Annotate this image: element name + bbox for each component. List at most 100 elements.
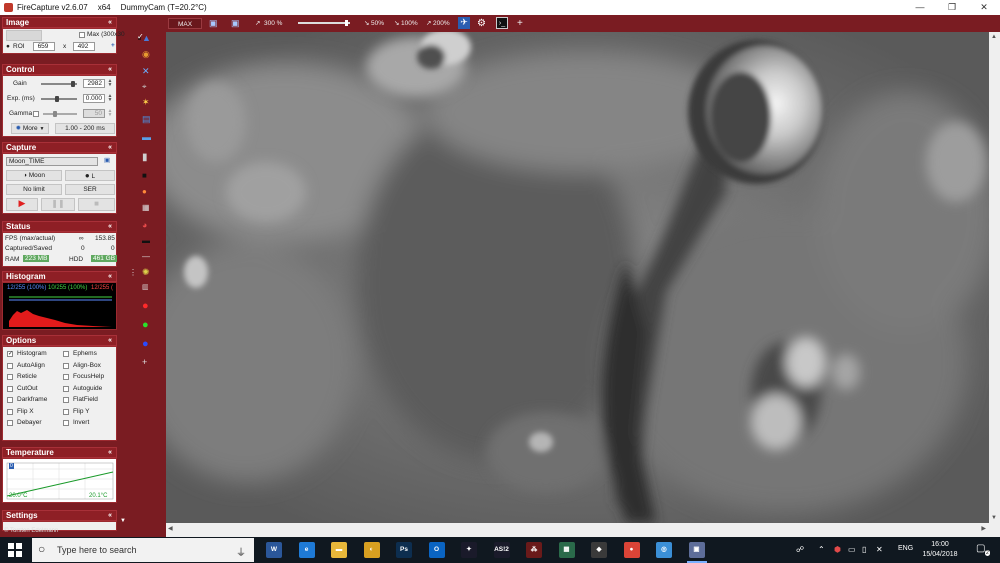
zoom-50-button[interactable]: 50% [371, 18, 384, 29]
windows-start-icon[interactable] [8, 543, 22, 557]
max-view-button[interactable]: MAX [168, 18, 202, 29]
zoom-slider[interactable] [298, 22, 350, 24]
camera-settings-icon[interactable]: ▤ [142, 114, 152, 124]
collapse-icon[interactable]: « [108, 222, 112, 231]
option-checkbox[interactable] [7, 408, 13, 415]
roi-radio-icon[interactable]: ● [6, 43, 10, 50]
file-format-button[interactable]: SER [65, 184, 115, 195]
option-checkbox[interactable] [63, 374, 69, 380]
close-button[interactable]: ✕ [968, 0, 1000, 15]
option-checkbox[interactable]: ✓ [7, 351, 13, 357]
darkframe-icon[interactable]: ■ [142, 171, 152, 181]
zoom-200-button[interactable]: 200% [433, 18, 450, 29]
battery-icon[interactable]: ▯ [862, 545, 866, 554]
people-icon[interactable]: ☍ [796, 545, 804, 554]
temperature-section-header[interactable]: Temperature « [2, 447, 117, 458]
antivirus-tray-icon[interactable]: ⬢ [834, 545, 841, 554]
live-image-view[interactable] [166, 32, 989, 523]
options-section-header[interactable]: Options « [2, 335, 117, 346]
minimize-button[interactable]: — [904, 0, 936, 15]
resolution-dropdown[interactable] [6, 30, 42, 41]
scroll-up-icon[interactable]: ▲ [991, 34, 997, 40]
option-checkbox[interactable] [63, 420, 69, 426]
grid-tool-icon[interactable]: ▦ [142, 203, 152, 213]
cursor-tool-icon[interactable]: ▲ [142, 33, 152, 43]
taskbar-search-box[interactable]: ○ Type here to search ⏚ [32, 538, 254, 562]
option-checkbox[interactable] [7, 420, 13, 426]
taskbar-app-stellarium[interactable]: ✦ [461, 542, 477, 558]
start-capture-button[interactable]: ▶ [6, 198, 38, 211]
network-icon[interactable]: ▭ [848, 545, 856, 554]
pause-capture-button[interactable]: ❚❚ [41, 198, 75, 211]
open-folder-icon[interactable]: ▬ [142, 132, 152, 142]
gamma-slider[interactable] [43, 113, 77, 115]
horizontal-scrollbar[interactable]: ◀ ▶ [166, 523, 1000, 537]
scroll-left-icon[interactable]: ◀ [168, 525, 173, 532]
blue-light-icon[interactable]: ● [142, 338, 152, 350]
option-checkbox[interactable] [7, 374, 13, 380]
green-light-icon[interactable]: ● [142, 319, 152, 331]
taskbar-app-edge[interactable]: e [298, 542, 315, 558]
star-tool-icon[interactable]: ✶ [142, 97, 152, 107]
red-light-icon[interactable]: ● [142, 300, 152, 312]
collapse-icon[interactable]: « [108, 511, 112, 520]
option-checkbox[interactable] [7, 397, 13, 403]
scroll-down-icon[interactable]: ▼ [991, 515, 997, 521]
settings-section-header[interactable]: Settings « [2, 510, 117, 521]
settings-cog-icon[interactable]: ⚙ [477, 18, 486, 29]
gain-spinner-icon[interactable]: ▲ ▼ [107, 79, 113, 88]
option-checkbox[interactable] [7, 385, 13, 392]
gamma-slider-knob[interactable] [52, 111, 57, 117]
fit-window-icon[interactable]: ▣ [209, 18, 218, 29]
control-section-header[interactable]: Control « [2, 64, 117, 75]
toolbar-add-button[interactable]: + [517, 18, 523, 29]
taskbar-clock[interactable]: 16:00 15/04/2018 [920, 540, 960, 560]
color-tool-icon[interactable]: ◕ [142, 220, 152, 230]
roi-height-field[interactable]: 492 [73, 42, 95, 51]
status-section-header[interactable]: Status « [2, 221, 117, 232]
planet-tool-icon[interactable]: ✺ [142, 267, 152, 277]
taskbar-app-firecapture[interactable]: ▣ [688, 542, 705, 558]
roi-add-button[interactable]: + [111, 42, 115, 49]
bars-tool-icon[interactable]: ▥ [142, 283, 152, 293]
maximize-button[interactable]: ❐ [936, 0, 968, 15]
collapse-icon[interactable]: « [108, 336, 112, 345]
exposure-spinner-icon[interactable]: ▲ ▼ [107, 94, 113, 103]
scroll-right-icon[interactable]: ▶ [981, 525, 986, 532]
scroll-down-icon[interactable]: ▼ [120, 518, 126, 524]
display-tool-icon[interactable]: ▬ [142, 236, 152, 246]
taskbar-app-word[interactable]: W [266, 542, 282, 558]
stop-capture-button[interactable]: ■ [78, 198, 115, 211]
gain-value-field[interactable]: 2982 [83, 79, 105, 88]
line-tool-icon[interactable]: — [142, 252, 152, 262]
zoom-slider-knob[interactable] [345, 20, 349, 26]
taskbar-app-explorer[interactable]: ▬ [331, 542, 347, 558]
gain-slider-knob[interactable] [71, 81, 76, 87]
collapse-icon[interactable]: « [108, 448, 112, 457]
capture-section-header[interactable]: Capture « [2, 142, 117, 153]
option-checkbox[interactable] [63, 351, 69, 357]
exposure-value-field[interactable]: 0.000 [83, 94, 105, 103]
taskbar-app-app-colors[interactable]: ◆ [591, 542, 607, 558]
filter-button[interactable]: ● L [65, 170, 115, 181]
option-checkbox[interactable] [7, 362, 13, 369]
taskbar-app-app-round[interactable]: ◐ [363, 542, 380, 558]
exposure-slider-knob[interactable] [55, 96, 60, 102]
microphone-icon[interactable]: ⏚ [236, 544, 246, 559]
collapse-icon[interactable]: « [108, 143, 112, 152]
taskbar-app-app-grid[interactable]: ▦ [558, 542, 575, 558]
taskbar-app-outlook[interactable]: O [428, 542, 445, 558]
collapse-icon[interactable]: « [108, 18, 112, 27]
crosshair-tool-icon[interactable]: ✕ [142, 66, 152, 76]
gamma-checkbox[interactable] [33, 111, 39, 117]
zoom-tool-icon[interactable]: ⌖ [142, 82, 152, 92]
panel-splitter-handle[interactable]: ⋮ [129, 268, 137, 277]
input-language[interactable]: ENG [898, 545, 913, 552]
focus-tool-icon[interactable]: ◉ [142, 49, 152, 59]
option-checkbox[interactable] [63, 362, 69, 369]
run-figure-icon[interactable]: ✈ [458, 17, 470, 29]
storage-icon[interactable]: ▮ [142, 152, 152, 163]
script-icon[interactable]: ● [142, 187, 152, 197]
max-checkbox[interactable] [79, 32, 85, 38]
gamma-spinner-icon[interactable]: ▲ ▼ [107, 109, 113, 118]
